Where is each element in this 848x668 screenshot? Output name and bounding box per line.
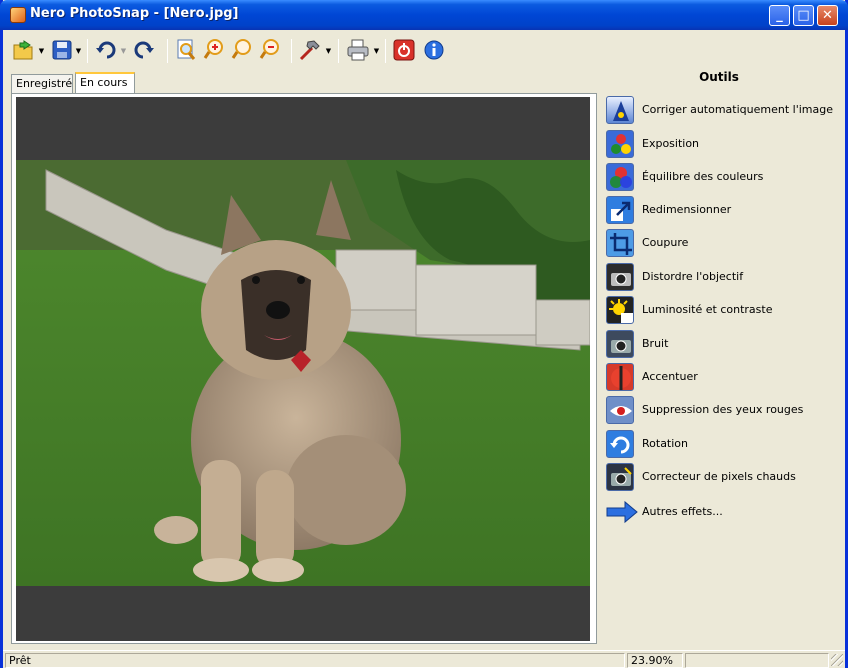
title-bar[interactable]: Nero PhotoSnap - [Nero.jpg] _ □ ✕ [0, 0, 848, 30]
photo-image [16, 160, 590, 586]
tool-hot-pixel[interactable]: Correcteur de pixels chauds [606, 463, 846, 491]
noise-icon [606, 330, 634, 358]
tool-color-balance[interactable]: Équilibre des couleurs [606, 163, 846, 191]
window-title: Nero PhotoSnap - [Nero.jpg] [30, 6, 239, 21]
tools-button[interactable] [297, 36, 323, 64]
toolbar-separator [291, 39, 292, 63]
print-button[interactable] [345, 36, 371, 64]
lens-distort-icon [606, 263, 634, 291]
power-icon [393, 39, 415, 61]
hot-pixel-icon [606, 463, 634, 491]
undo-icon [96, 41, 116, 59]
zoom-actual-button[interactable] [229, 36, 255, 64]
exposure-icon [606, 130, 634, 158]
app-window: Nero PhotoSnap - [Nero.jpg] _ □ ✕ ▼ ▼ ▼ … [0, 0, 848, 668]
toolbar-separator [87, 39, 88, 63]
redo-button[interactable] [131, 36, 157, 64]
tools-panel-title: Outils [699, 70, 739, 84]
zoom-in-icon [203, 39, 223, 59]
toolbar-separator [338, 39, 339, 63]
tool-sharpen[interactable]: Accentuer [606, 363, 846, 391]
tool-label: Corriger automatiquement l'image [642, 103, 833, 116]
maximize-icon: □ [797, 8, 810, 23]
exit-button[interactable] [391, 36, 417, 64]
tool-brightness[interactable]: Luminosité et contraste [606, 296, 846, 324]
toolbar-separator [385, 39, 386, 63]
tool-label: Bruit [642, 337, 669, 350]
rotation-icon [606, 430, 634, 458]
tool-more-effects[interactable]: Autres effets... [606, 498, 846, 526]
status-panel [685, 653, 829, 668]
open-button[interactable] [11, 36, 37, 64]
tool-auto-fix[interactable]: Corriger automatiquement l'image [606, 96, 846, 124]
print-icon [347, 39, 369, 61]
save-button[interactable] [49, 36, 75, 64]
tool-lens-distort[interactable]: Distordre l'objectif [606, 263, 846, 291]
tool-label: Suppression des yeux rouges [642, 403, 804, 416]
tools-hammer-icon [299, 40, 320, 61]
save-dropdown-icon[interactable]: ▼ [75, 46, 82, 56]
zoom-actual-icon [231, 39, 251, 59]
tool-label: Autres effets... [642, 505, 723, 518]
zoom-fit-icon [177, 39, 196, 60]
redo-icon [134, 41, 154, 59]
tool-label: Accentuer [642, 370, 698, 383]
sharpen-icon [606, 363, 634, 391]
tool-resize[interactable]: Redimensionner [606, 196, 846, 224]
tab-enregistre[interactable]: Enregistré [11, 74, 73, 94]
tool-label: Coupure [642, 236, 689, 249]
image-panel [11, 93, 597, 644]
zoom-out-icon [259, 39, 279, 59]
tool-label: Rotation [642, 437, 689, 450]
arrow-right-icon [606, 500, 638, 524]
tool-label: Correcteur de pixels chauds [642, 470, 796, 483]
tool-noise[interactable]: Bruit [606, 330, 846, 358]
brightness-icon [606, 296, 634, 324]
tools-dropdown-icon[interactable]: ▼ [325, 46, 332, 56]
tool-crop[interactable]: Coupure [606, 229, 846, 257]
undo-button[interactable] [93, 36, 119, 64]
print-dropdown-icon[interactable]: ▼ [373, 46, 380, 56]
maximize-button[interactable]: □ [793, 5, 814, 26]
tool-label: Équilibre des couleurs [642, 170, 764, 183]
toolbar-separator [167, 39, 168, 63]
open-dropdown-icon[interactable]: ▼ [38, 46, 45, 56]
tool-label: Luminosité et contraste [642, 303, 773, 316]
auto-fix-icon [606, 96, 634, 124]
resize-icon [606, 196, 634, 224]
color-balance-icon [606, 163, 634, 191]
close-icon: ✕ [822, 8, 833, 23]
red-eye-icon [606, 396, 634, 424]
zoom-level: 23.90% [627, 653, 683, 668]
zoom-fit-button[interactable] [173, 36, 199, 64]
tool-label: Distordre l'objectif [642, 270, 744, 283]
tool-label: Exposition [642, 137, 700, 150]
tool-exposure[interactable]: Exposition [606, 130, 846, 158]
toolbar: ▼ ▼ ▼ ▼ ▼ [7, 36, 607, 68]
status-bar: Prêt 23.90% [3, 650, 845, 668]
app-logo-icon [10, 7, 26, 23]
resize-grip-icon[interactable] [831, 654, 843, 666]
tool-rotation[interactable]: Rotation [606, 430, 846, 458]
info-button[interactable] [421, 36, 447, 64]
info-icon [424, 40, 444, 60]
minimize-button[interactable]: _ [769, 5, 790, 26]
status-text: Prêt [5, 653, 625, 668]
save-icon [52, 40, 72, 60]
undo-dropdown-icon[interactable]: ▼ [120, 46, 127, 56]
zoom-out-button[interactable] [257, 36, 283, 64]
tool-red-eye[interactable]: Suppression des yeux rouges [606, 396, 846, 424]
close-button[interactable]: ✕ [817, 5, 838, 26]
open-icon [13, 40, 33, 60]
zoom-in-button[interactable] [201, 36, 227, 64]
crop-icon [606, 229, 634, 257]
minimize-icon: _ [776, 8, 783, 23]
tool-label: Redimensionner [642, 203, 732, 216]
tab-en-cours[interactable]: En cours [75, 72, 135, 94]
image-canvas[interactable] [16, 97, 590, 641]
